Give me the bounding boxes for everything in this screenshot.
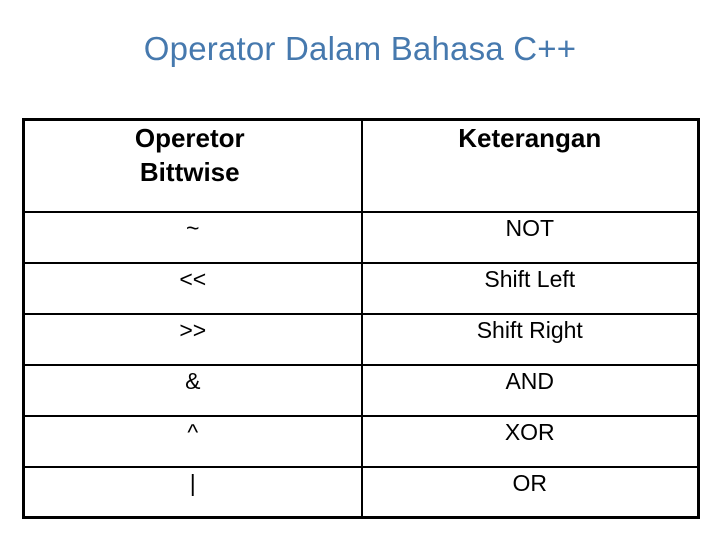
table-header: Operetor Bittwise Keterangan: [22, 118, 700, 213]
cell-operator: <<: [22, 261, 363, 315]
table-row: ^ XOR: [22, 414, 700, 468]
cell-keterangan: OR: [360, 465, 700, 519]
cell-operator: ~: [22, 210, 363, 264]
cell-operator: |: [22, 465, 363, 519]
table-header-row: Operetor Bittwise Keterangan: [22, 118, 700, 213]
column-header-operator-line2: Bittwise: [139, 157, 240, 187]
cell-keterangan: Shift Left: [360, 261, 700, 315]
cell-operator: &: [22, 363, 363, 417]
cell-keterangan: NOT: [360, 210, 700, 264]
table-body: ~ NOT << Shift Left >> Shift Right & AND…: [22, 210, 700, 519]
column-header-keterangan-label: Keterangan: [458, 123, 602, 153]
table-row: >> Shift Right: [22, 312, 700, 366]
operator-table: Operetor Bittwise Keterangan ~ NOT << Sh…: [22, 118, 700, 519]
cell-keterangan: XOR: [360, 414, 700, 468]
page-title: Operator Dalam Bahasa C++: [143, 30, 577, 67]
column-header-operator: Operetor Bittwise: [22, 118, 363, 213]
slide-canvas: Operator Dalam Bahasa C++ Operetor Bittw…: [0, 0, 720, 540]
table-row: & AND: [22, 363, 700, 417]
table-row: ~ NOT: [22, 210, 700, 264]
column-header-keterangan: Keterangan: [360, 118, 700, 213]
table-row: | OR: [22, 465, 700, 519]
cell-keterangan: Shift Right: [360, 312, 700, 366]
column-header-operator-line1: Operetor: [134, 123, 245, 153]
cell-operator: ^: [22, 414, 363, 468]
table-row: << Shift Left: [22, 261, 700, 315]
cell-keterangan: AND: [360, 363, 700, 417]
cell-operator: >>: [22, 312, 363, 366]
